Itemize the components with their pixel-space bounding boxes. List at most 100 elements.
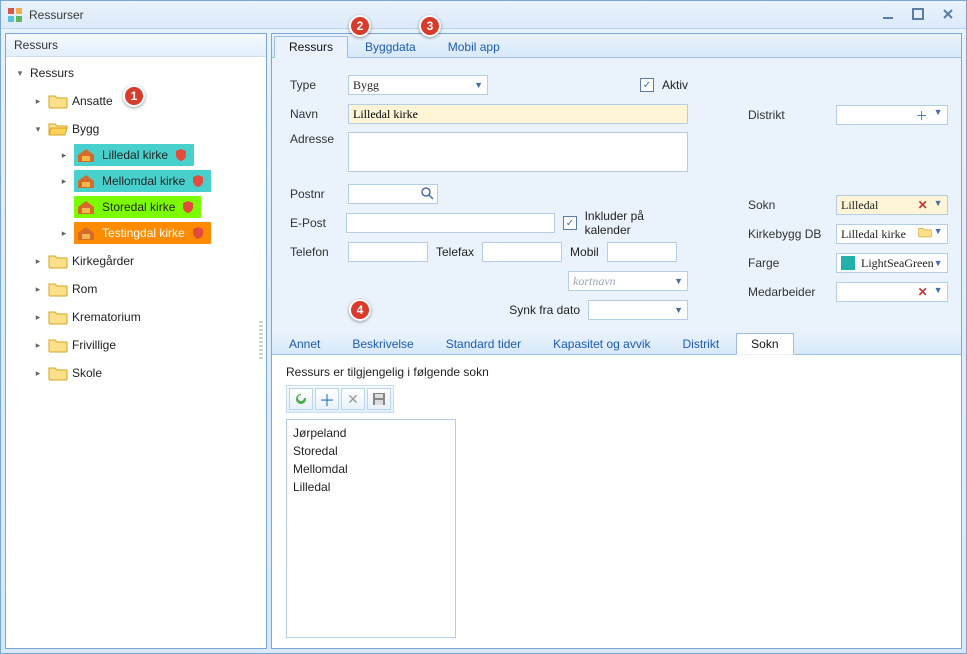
form-area: Type Bygg ▼ ✓ Aktiv Navn A <box>272 58 961 331</box>
label-epost: E-Post <box>290 216 338 230</box>
tree-label: Ansatte <box>72 94 113 108</box>
tree-node-skole[interactable]: ▸ Skole <box>12 361 264 385</box>
aktiv-checkbox[interactable]: ✓ <box>640 78 654 92</box>
tree-leaf-testingdal[interactable]: ▸ Testingdal kirke <box>12 221 264 245</box>
synk-dropdown[interactable]: ▼ <box>588 300 688 320</box>
label-postnr: Postnr <box>290 187 340 201</box>
expander-icon[interactable]: ▾ <box>14 67 26 79</box>
list-item[interactable]: Lilledal <box>293 478 449 496</box>
label-distrikt: Distrikt <box>748 108 828 122</box>
tab-label: Mobil app <box>448 40 500 54</box>
medarbeider-dropdown[interactable]: ✕▼ <box>836 282 948 302</box>
list-item[interactable]: Jørpeland <box>293 424 449 442</box>
epost-input[interactable] <box>346 213 556 233</box>
expander-icon[interactable]: ▸ <box>32 339 44 351</box>
clear-icon[interactable]: ✕ <box>914 285 932 300</box>
splitter-handle[interactable] <box>256 34 266 648</box>
subtab-annet[interactable]: Annet <box>274 333 335 355</box>
annotation-1: 1 <box>123 85 145 107</box>
telefax-input[interactable] <box>482 242 562 262</box>
tree-node-rom[interactable]: ▸ Rom <box>12 277 264 301</box>
refresh-button[interactable] <box>289 388 313 410</box>
folder-icon <box>48 308 68 326</box>
mobil-input[interactable] <box>607 242 677 262</box>
annotation-2: 2 <box>349 15 371 37</box>
search-icon[interactable] <box>420 186 434 200</box>
label-telefon: Telefon <box>290 245 340 259</box>
expander-icon[interactable]: ▾ <box>32 123 44 135</box>
list-item[interactable]: Storedal <box>293 442 449 460</box>
tree-node-kirkegarder[interactable]: ▸ Kirkegårder <box>12 249 264 273</box>
tab-mobilapp[interactable]: Mobil app <box>433 36 515 58</box>
tree-body[interactable]: ▾ Ressurs ▸ Ansatte ▾ Bygg <box>6 57 266 648</box>
expander-icon[interactable]: ▸ <box>32 283 44 295</box>
window-close-button[interactable] <box>938 5 958 23</box>
farge-dropdown[interactable]: LightSeaGreen ▼ <box>836 253 948 273</box>
subtab-standard[interactable]: Standard tider <box>431 333 536 355</box>
save-button[interactable] <box>367 388 391 410</box>
tab-label: Distrikt <box>683 337 720 351</box>
building-icon <box>76 146 96 164</box>
tree-leaf-label: Lilledal kirke <box>100 148 170 162</box>
expander-icon[interactable]: ▸ <box>32 367 44 379</box>
window-minimize-button[interactable] <box>878 5 898 23</box>
navn-input[interactable] <box>348 104 688 124</box>
inkluder-checkbox[interactable]: ✓ <box>563 216 576 230</box>
expander-icon[interactable]: ▸ <box>58 227 70 239</box>
tree-leaf-lilledal[interactable]: ▸ Lilledal kirke <box>12 143 264 167</box>
expander-icon[interactable]: ▸ <box>32 255 44 267</box>
list-item[interactable]: Mellomdal <box>293 460 449 478</box>
main-tabs: Ressurs Byggdata Mobil app <box>272 34 961 58</box>
chevron-down-icon: ▼ <box>474 80 483 90</box>
subtab-sokn[interactable]: Sokn <box>736 333 793 355</box>
subtab-kapasitet[interactable]: Kapasitet og avvik <box>538 333 665 355</box>
chevron-down-icon: ▼ <box>934 285 943 300</box>
tree-panel: Ressurs ▾ Ressurs ▸ Ansatte ▾ <box>5 33 267 649</box>
sokn-dropdown[interactable]: Lilledal ✕▼ <box>836 195 948 215</box>
tab-label: Standard tider <box>446 337 521 351</box>
subtab-distrikt[interactable]: Distrikt <box>668 333 735 355</box>
kirkebygg-dropdown[interactable]: Lilledal kirke ▼ <box>836 224 948 244</box>
folder-icon[interactable] <box>918 226 932 242</box>
expander-icon[interactable]: ▸ <box>32 95 44 107</box>
shield-icon <box>174 148 188 162</box>
plus-icon[interactable]: ＋ <box>912 107 932 124</box>
adresse-input[interactable] <box>348 132 688 172</box>
tree-node-bygg[interactable]: ▾ Bygg <box>12 117 264 141</box>
chevron-down-icon: ▼ <box>934 258 943 268</box>
kortnavn-dropdown[interactable]: kortnavn ▼ <box>568 271 688 291</box>
add-button[interactable]: ＋ <box>315 388 339 410</box>
tree-leaf-storedal[interactable]: Storedal kirke <box>12 195 264 219</box>
window-maximize-button[interactable] <box>908 5 928 23</box>
tab-byggdata[interactable]: Byggdata <box>350 36 431 58</box>
chevron-down-icon: ▼ <box>674 305 683 315</box>
tab-label: Annet <box>289 337 320 351</box>
content-area: Ressurs ▾ Ressurs ▸ Ansatte ▾ <box>1 29 966 653</box>
label-type: Type <box>290 78 340 92</box>
tab-ressurs[interactable]: Ressurs <box>274 36 348 58</box>
expander-icon[interactable]: ▸ <box>58 149 70 161</box>
tree-node-frivillige[interactable]: ▸ Frivillige <box>12 333 264 357</box>
label-farge: Farge <box>748 256 828 270</box>
tab-label: Kapasitet og avvik <box>553 337 650 351</box>
tab-label: Byggdata <box>365 40 416 54</box>
distrikt-dropdown[interactable]: ＋▼ <box>836 105 948 125</box>
tree-root[interactable]: ▾ Ressurs <box>12 61 264 85</box>
telefon-input[interactable] <box>348 242 428 262</box>
expander-icon[interactable]: ▸ <box>32 311 44 323</box>
tree-leaf-mellomdal[interactable]: ▸ Mellomdal kirke <box>12 169 264 193</box>
clear-icon[interactable]: ✕ <box>914 198 932 213</box>
subtab-beskrivelse[interactable]: Beskrivelse <box>337 333 428 355</box>
sokn-listbox[interactable]: Jørpeland Storedal Mellomdal Lilledal <box>286 419 456 638</box>
chevron-down-icon: ▼ <box>934 226 943 242</box>
sokn-toolbar: ＋ ✕ <box>286 385 394 413</box>
building-icon <box>76 224 96 242</box>
expander-icon[interactable]: ▸ <box>58 175 70 187</box>
tree-leaf-label: Storedal kirke <box>100 200 177 214</box>
window-title: Ressurser <box>29 8 84 22</box>
type-dropdown[interactable]: Bygg ▼ <box>348 75 488 95</box>
label-aktiv: Aktiv <box>662 78 688 92</box>
delete-button[interactable]: ✕ <box>341 388 365 410</box>
label-mobil: Mobil <box>570 245 599 259</box>
tree-node-krematorium[interactable]: ▸ Krematorium <box>12 305 264 329</box>
